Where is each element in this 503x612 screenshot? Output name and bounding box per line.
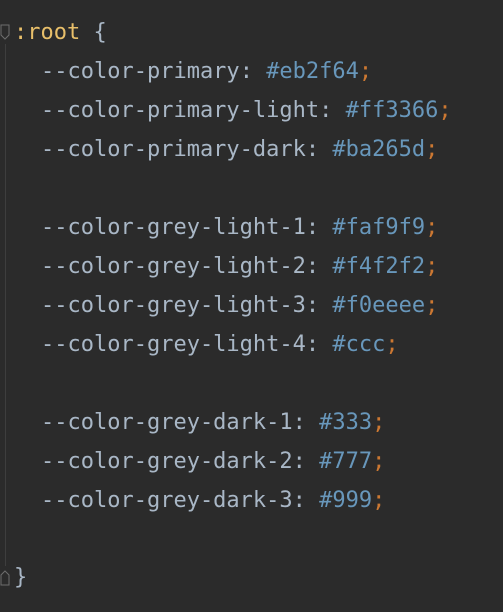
custom-property-value: #eb2f64 bbox=[266, 59, 359, 84]
indent-guide bbox=[5, 44, 6, 566]
rule-selector-line: :root { bbox=[14, 13, 107, 52]
code-editor[interactable]: :root { --color-primary: #eb2f64; --colo… bbox=[0, 0, 503, 612]
custom-property-value: #999 bbox=[319, 488, 373, 513]
declaration-line: --color-grey-light-1: #faf9f9; bbox=[41, 215, 439, 240]
custom-property-name: --color-primary-dark bbox=[41, 137, 306, 162]
custom-property-name: --color-primary bbox=[41, 59, 240, 84]
custom-property-value: #ba265d bbox=[332, 137, 426, 162]
custom-property-value: #faf9f9 bbox=[332, 215, 426, 240]
fold-end-icon[interactable] bbox=[0, 568, 10, 586]
declaration-line: --color-primary-light: #ff3366; bbox=[41, 98, 452, 123]
custom-property-name: --color-grey-dark-1 bbox=[41, 410, 293, 435]
declaration-line: --color-primary-dark: #ba265d; bbox=[41, 137, 439, 162]
custom-property-value: #ccc bbox=[332, 332, 386, 357]
custom-property-value: #777 bbox=[319, 449, 373, 474]
custom-property-name: --color-grey-light-3 bbox=[41, 293, 306, 318]
custom-property-name: --color-primary-light bbox=[41, 98, 320, 123]
rule-close-line: } bbox=[14, 558, 27, 597]
open-brace: { bbox=[93, 20, 107, 45]
close-brace: } bbox=[14, 565, 28, 590]
custom-property-value: #f4f2f2 bbox=[332, 254, 426, 279]
css-selector: :root bbox=[14, 20, 81, 45]
declaration-line: --color-grey-light-2: #f4f2f2; bbox=[41, 254, 439, 279]
declaration-line: --color-grey-dark-2: #777; bbox=[41, 449, 386, 474]
custom-property-name: --color-grey-dark-2 bbox=[41, 449, 293, 474]
custom-property-name: --color-grey-light-2 bbox=[41, 254, 306, 279]
custom-property-value: #ff3366 bbox=[345, 98, 439, 123]
custom-property-value: #333 bbox=[319, 410, 373, 435]
custom-property-value: #f0eeee bbox=[332, 293, 426, 318]
declaration-line: --color-grey-light-3: #f0eeee; bbox=[41, 293, 439, 318]
declaration-line: --color-grey-dark-3: #999; bbox=[41, 488, 386, 513]
custom-property-name: --color-grey-light-1 bbox=[41, 215, 306, 240]
custom-property-name: --color-grey-dark-3 bbox=[41, 488, 293, 513]
declaration-line: --color-grey-light-4: #ccc; bbox=[41, 332, 399, 357]
custom-property-name: --color-grey-light-4 bbox=[41, 332, 306, 357]
fold-collapse-icon[interactable] bbox=[0, 24, 10, 42]
declaration-line: --color-grey-dark-1: #333; bbox=[41, 410, 386, 435]
declaration-line: --color-primary: #eb2f64; bbox=[41, 59, 373, 84]
